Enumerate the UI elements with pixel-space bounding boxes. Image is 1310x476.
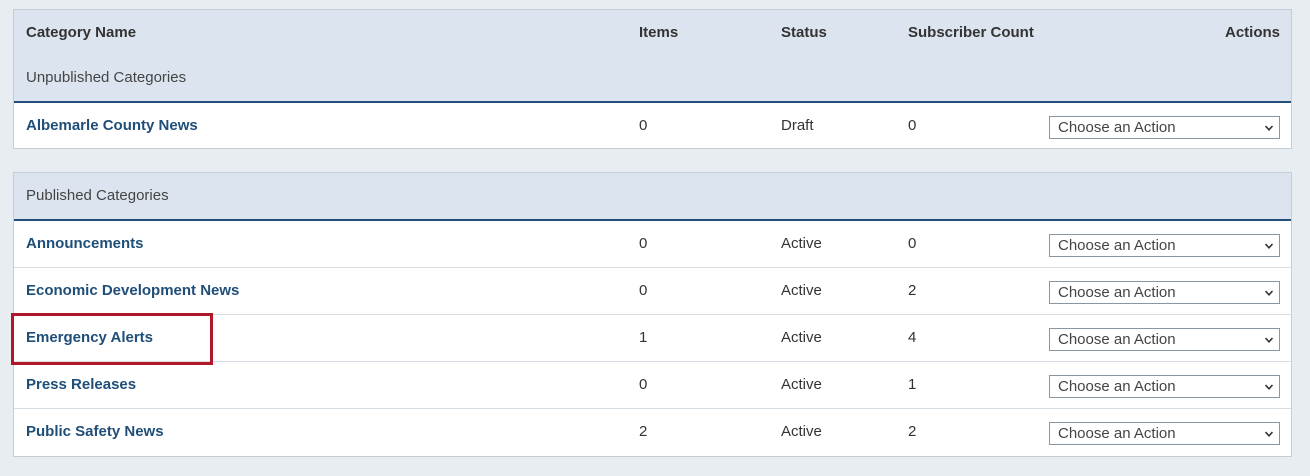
action-select[interactable]: Choose an Action <box>1049 328 1280 351</box>
category-link[interactable]: Public Safety News <box>26 423 164 440</box>
status-text: Active <box>781 376 822 393</box>
category-link[interactable]: Economic Development News <box>26 282 239 299</box>
column-header-status[interactable]: Status <box>781 24 827 41</box>
status-text: Active <box>781 282 822 299</box>
section-heading-unpublished: Unpublished Categories <box>26 69 187 86</box>
category-link[interactable]: Press Releases <box>26 376 136 393</box>
column-header-category-name[interactable]: Category Name <box>26 24 136 41</box>
items-count: 1 <box>639 329 648 346</box>
action-select[interactable]: Choose an Action <box>1049 116 1280 139</box>
published-categories-table: Published Categories Announcements 0 Act… <box>13 172 1292 457</box>
table-row: Emergency Alerts 1 Active 4 Choose an Ac… <box>14 315 1291 362</box>
category-link[interactable]: Emergency Alerts <box>26 329 153 346</box>
action-select[interactable]: Choose an Action <box>1049 281 1280 304</box>
items-count: 2 <box>639 423 648 440</box>
action-select-value: Choose an Action <box>1058 425 1176 442</box>
table-row: Economic Development News 0 Active 2 Cho… <box>14 268 1291 315</box>
action-select-value: Choose an Action <box>1058 119 1176 136</box>
status-text: Active <box>781 329 822 346</box>
column-header-actions: Actions <box>1224 24 1280 41</box>
chevron-down-icon <box>1265 431 1273 437</box>
table-row: Albemarle County News 0 Draft 0 Choose a… <box>14 103 1291 150</box>
items-count: 0 <box>639 117 648 134</box>
section-heading-published: Published Categories <box>26 187 169 204</box>
table-header: Published Categories <box>14 173 1291 221</box>
column-header-subscriber-count[interactable]: Subscriber Count <box>908 24 1034 41</box>
chevron-down-icon <box>1265 243 1273 249</box>
chevron-down-icon <box>1265 337 1273 343</box>
action-select-value: Choose an Action <box>1058 378 1176 395</box>
status-text: Active <box>781 423 822 440</box>
unpublished-categories-table: Category Name Items Status Subscriber Co… <box>13 9 1292 149</box>
table-row: Public Safety News 2 Active 2 Choose an … <box>14 409 1291 456</box>
chevron-down-icon <box>1265 125 1273 131</box>
table-header: Category Name Items Status Subscriber Co… <box>14 10 1291 103</box>
category-link[interactable]: Announcements <box>26 235 144 252</box>
chevron-down-icon <box>1265 384 1273 390</box>
subscriber-count: 2 <box>908 423 917 440</box>
items-count: 0 <box>639 376 648 393</box>
action-select-value: Choose an Action <box>1058 284 1176 301</box>
action-select-value: Choose an Action <box>1058 237 1176 254</box>
subscriber-count: 1 <box>908 376 917 393</box>
subscriber-count: 0 <box>908 235 917 252</box>
subscriber-count: 4 <box>908 329 917 346</box>
table-row: Announcements 0 Active 0 Choose an Actio… <box>14 221 1291 268</box>
action-select-value: Choose an Action <box>1058 331 1176 348</box>
subscriber-count: 2 <box>908 282 917 299</box>
status-text: Active <box>781 235 822 252</box>
items-count: 0 <box>639 282 648 299</box>
action-select[interactable]: Choose an Action <box>1049 234 1280 257</box>
category-link[interactable]: Albemarle County News <box>26 117 198 134</box>
chevron-down-icon <box>1265 290 1273 296</box>
action-select[interactable]: Choose an Action <box>1049 422 1280 445</box>
items-count: 0 <box>639 235 648 252</box>
subscriber-count: 0 <box>908 117 917 134</box>
status-text: Draft <box>781 117 814 134</box>
table-row: Press Releases 0 Active 1 Choose an Acti… <box>14 362 1291 409</box>
column-header-items[interactable]: Items <box>639 24 678 41</box>
action-select[interactable]: Choose an Action <box>1049 375 1280 398</box>
